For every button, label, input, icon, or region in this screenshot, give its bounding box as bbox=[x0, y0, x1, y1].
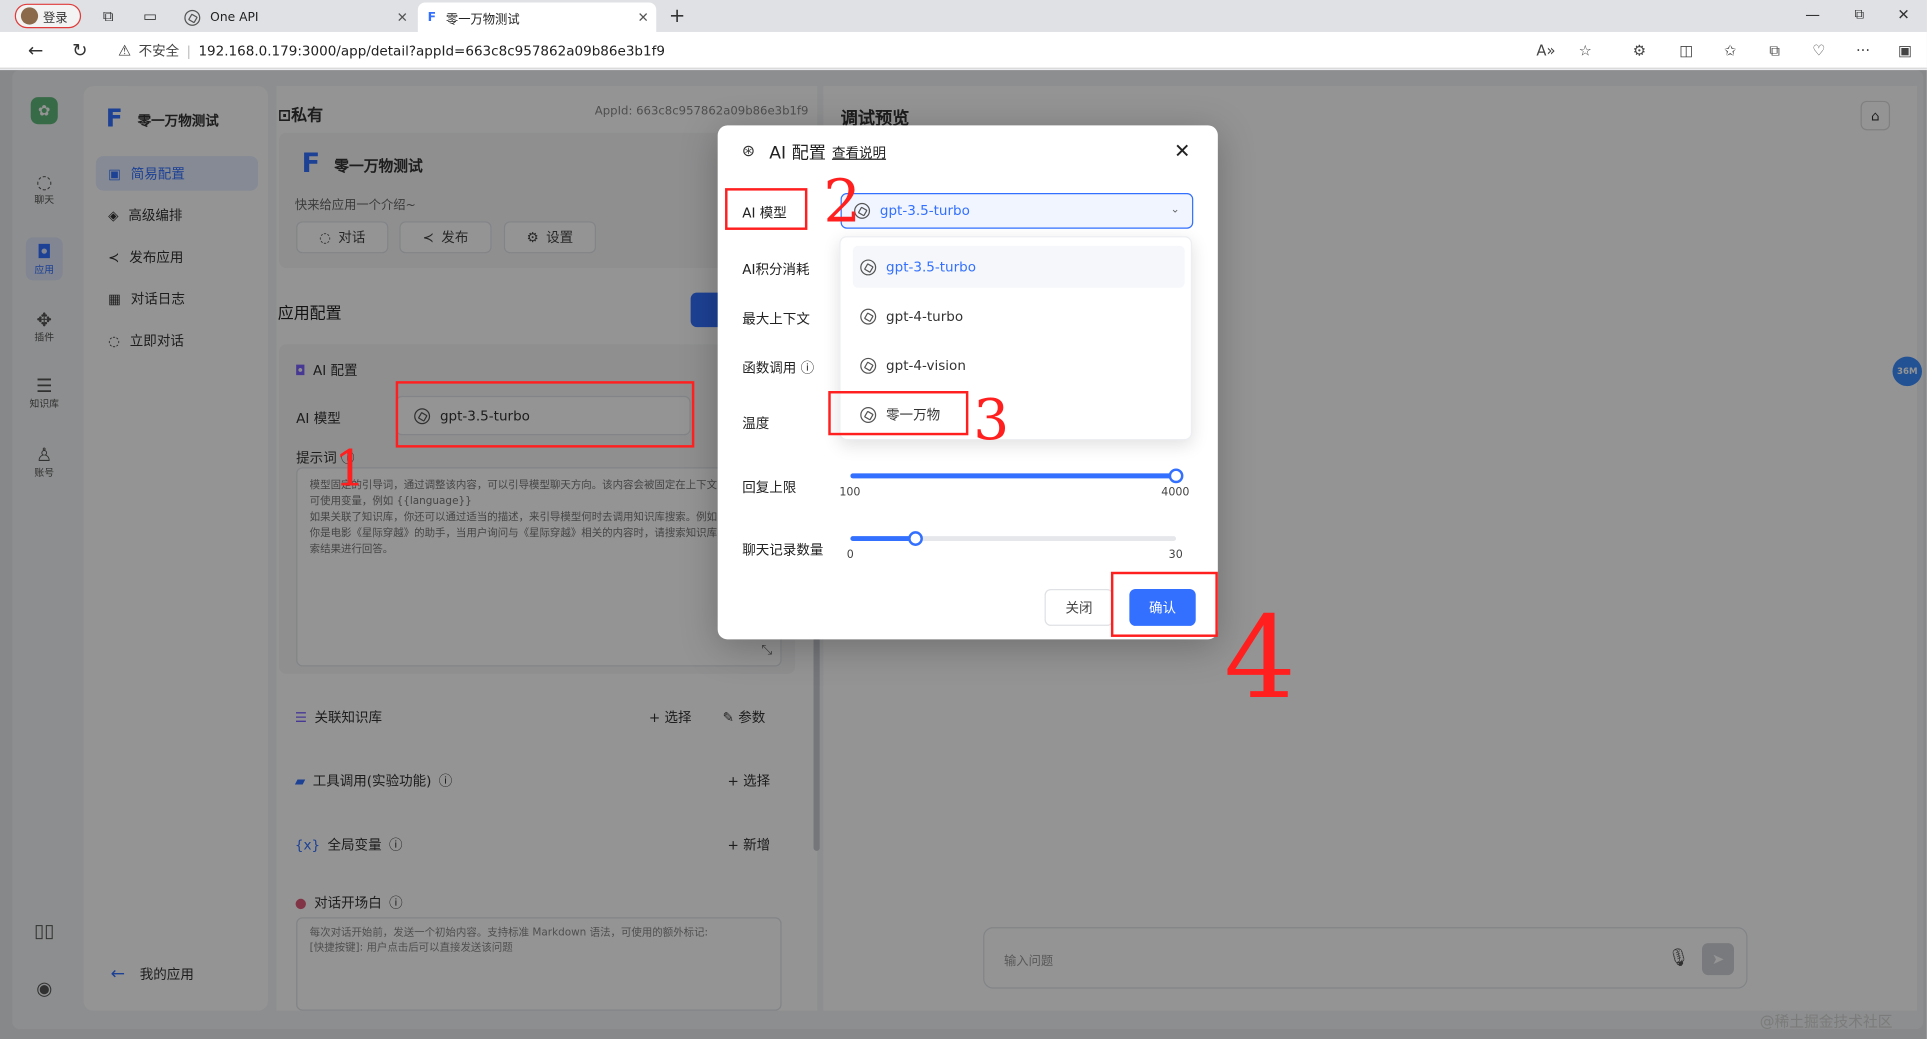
annotation-number: 4 bbox=[1223, 592, 1296, 725]
openai-icon bbox=[860, 357, 877, 374]
model-option[interactable]: gpt-4-vision bbox=[853, 344, 1185, 386]
context-label: 最大上下文 bbox=[742, 311, 810, 328]
tab-active[interactable]: F 零一万物测试 ✕ bbox=[417, 2, 657, 32]
annotation-box-yi-option bbox=[828, 391, 969, 436]
watermark: @稀土掘金技术社区 bbox=[1759, 1013, 1893, 1031]
browser-address-bar: ← ↻ ⚠ 不安全 | 192.168.0.179:3000/app/detai… bbox=[0, 31, 1927, 69]
minimize-icon[interactable]: — bbox=[1804, 6, 1821, 23]
close-icon[interactable]: ✕ bbox=[1170, 138, 1195, 163]
annotation-number: 1 bbox=[334, 441, 366, 498]
close-button[interactable]: 关闭 bbox=[1044, 588, 1114, 626]
tab-actions-icon[interactable]: ▭ bbox=[140, 6, 160, 26]
avatar-icon bbox=[20, 7, 39, 25]
extensions-icon[interactable]: ⚙ bbox=[1630, 41, 1650, 61]
openai-icon bbox=[860, 308, 877, 324]
annotation-box-confirm bbox=[1110, 571, 1218, 637]
login-label: 登录 bbox=[43, 11, 68, 26]
openai-icon bbox=[860, 258, 877, 275]
help-link[interactable]: 查看说明 bbox=[832, 143, 886, 163]
favorite-icon[interactable]: ☆ bbox=[1575, 41, 1595, 61]
robot-icon: ⊛ bbox=[741, 142, 756, 161]
annotation-box-model-label bbox=[725, 188, 808, 230]
max-reply-fill bbox=[850, 473, 1177, 479]
history-label: 聊天记录数量 bbox=[742, 542, 824, 559]
model-select-value: gpt-3.5-turbo bbox=[879, 202, 970, 219]
max-reply-max: 4000 bbox=[1161, 486, 1190, 500]
model-option[interactable]: gpt-4-turbo bbox=[853, 295, 1185, 337]
functions-label: 函数调用 ⓘ bbox=[742, 360, 815, 377]
close-window-icon[interactable]: ✕ bbox=[1895, 6, 1912, 23]
fastgpt-icon: F bbox=[427, 10, 437, 24]
url-field[interactable]: ⚠ 不安全 | 192.168.0.179:3000/app/detail?ap… bbox=[118, 37, 1531, 64]
modal-title: AI 配置 bbox=[769, 143, 827, 164]
max-reply-min: 100 bbox=[839, 486, 861, 500]
collections-icon[interactable]: ⧉ bbox=[98, 6, 118, 26]
url-text: 192.168.0.179:3000/app/detail?appId=663c… bbox=[198, 42, 665, 59]
back-icon[interactable]: ← bbox=[22, 37, 49, 64]
insecure-label: 不安全 bbox=[138, 43, 180, 60]
points-label: AI积分消耗 bbox=[742, 261, 810, 278]
chevron-down-icon: ⌄ bbox=[1170, 204, 1180, 217]
sidebar-icon[interactable]: ▣ bbox=[1895, 41, 1915, 61]
model-select[interactable]: gpt-3.5-turbo ⌄ bbox=[840, 193, 1194, 229]
close-tab-icon[interactable]: ✕ bbox=[638, 9, 649, 25]
browser-tab-bar: 登录 ⧉ ▭ One API ✕ F 零一万物测试 ✕ + — ⧉ ✕ bbox=[0, 0, 1927, 32]
annotation-number: 3 bbox=[973, 386, 1010, 453]
url-divider: | bbox=[186, 42, 192, 59]
history-fill bbox=[850, 536, 916, 542]
close-tab-icon[interactable]: ✕ bbox=[397, 9, 408, 25]
profile-login-button[interactable]: 登录 bbox=[14, 3, 82, 29]
collections-icon[interactable]: ⧉ bbox=[1765, 41, 1785, 61]
history-knob[interactable] bbox=[908, 531, 923, 546]
tab-one-api[interactable]: One API ✕ bbox=[175, 2, 416, 32]
split-screen-icon[interactable]: ◫ bbox=[1676, 41, 1696, 61]
history-max: 30 bbox=[1168, 549, 1183, 562]
max-reply-knob[interactable] bbox=[1168, 468, 1184, 484]
openai-icon bbox=[184, 9, 201, 26]
max-reply-label: 回复上限 bbox=[742, 479, 797, 496]
temperature-label: 温度 bbox=[742, 415, 770, 432]
new-tab-icon[interactable]: + bbox=[667, 3, 687, 26]
annotation-number: 2 bbox=[823, 167, 861, 237]
model-option[interactable]: gpt-3.5-turbo bbox=[852, 245, 1185, 288]
max-reply-slider[interactable] bbox=[850, 468, 1184, 484]
annotation-box-model-field bbox=[395, 381, 695, 448]
reload-icon[interactable]: ↻ bbox=[66, 37, 93, 64]
tab-title: One API bbox=[210, 10, 259, 24]
favorites-icon[interactable]: ✩ bbox=[1720, 41, 1740, 61]
tab-title: 零一万物测试 bbox=[445, 12, 520, 27]
history-slider[interactable] bbox=[850, 531, 1177, 546]
performance-icon[interactable]: ♡ bbox=[1809, 41, 1829, 61]
restore-icon[interactable]: ⧉ bbox=[1851, 6, 1868, 23]
history-min: 0 bbox=[846, 549, 854, 562]
read-aloud-icon[interactable]: A» bbox=[1536, 41, 1556, 61]
more-icon[interactable]: ··· bbox=[1853, 41, 1873, 61]
warning-icon: ⚠ bbox=[117, 41, 132, 60]
